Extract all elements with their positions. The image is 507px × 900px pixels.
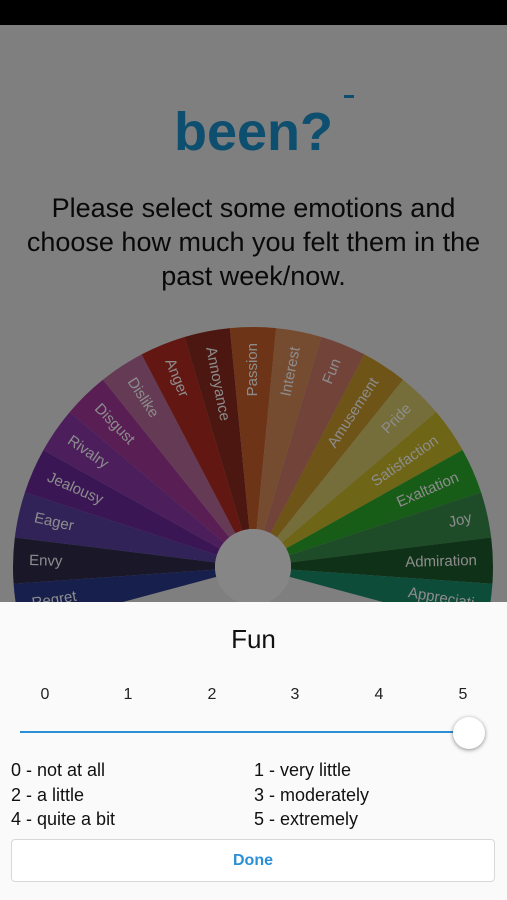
status-bar	[0, 0, 507, 25]
slider-tick-2: 2	[207, 686, 217, 703]
legend-item-1: 1 - very little	[254, 760, 352, 780]
legend-item-4: 4 - quite a bit	[11, 809, 116, 829]
selected-emotion-title: Fun	[231, 624, 276, 654]
legend-item-3: 3 - moderately	[254, 785, 370, 805]
slider-tick-1: 1	[123, 686, 133, 703]
intensity-slider-thumb[interactable]	[453, 717, 485, 749]
slider-tick-5: 5	[458, 686, 468, 703]
slider-tick-0: 0	[40, 686, 50, 703]
legend-item-2: 2 - a little	[11, 785, 85, 805]
slider-tick-3: 3	[290, 686, 300, 703]
legend-item-0: 0 - not at all	[11, 760, 106, 780]
intensity-slider-track[interactable]	[20, 731, 470, 733]
modal-overlay[interactable]	[0, 25, 507, 602]
done-button[interactable]: Done	[11, 839, 495, 882]
slider-tick-4: 4	[374, 686, 384, 703]
intensity-bottom-sheet: Fun 0 1 2 3 4 5 0 - not at all 1 - very …	[0, 602, 507, 900]
legend-item-5: 5 - extremely	[254, 809, 359, 829]
